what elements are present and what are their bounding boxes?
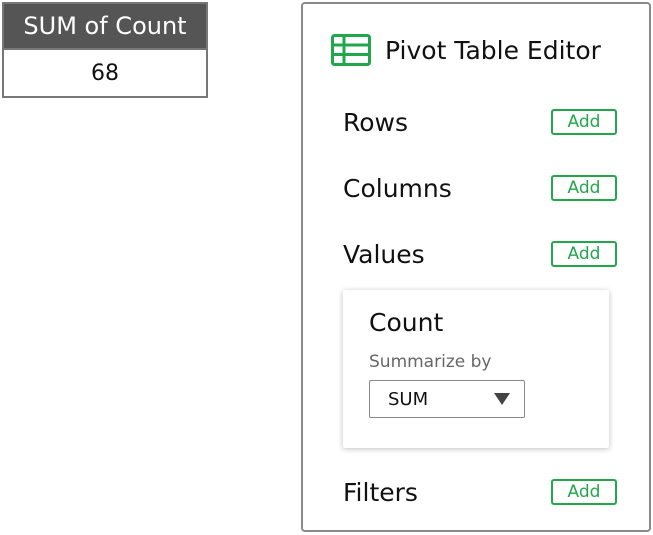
editor-title: Pivot Table Editor [385, 35, 601, 65]
values-label: Values [343, 239, 425, 269]
columns-section: Columns Add [343, 172, 617, 204]
summarize-by-label: Summarize by [369, 352, 492, 372]
filters-label: Filters [343, 477, 418, 507]
pivot-column-header[interactable]: SUM of Count [4, 4, 206, 50]
filters-section: Filters Add [343, 476, 617, 508]
summarize-by-dropdown[interactable]: SUM [369, 380, 525, 418]
spreadsheet-icon [331, 34, 371, 66]
columns-label: Columns [343, 173, 452, 203]
dropdown-arrow-icon [494, 393, 510, 405]
value-field-card: Count Summarize by SUM [343, 290, 609, 448]
editor-header: Pivot Table Editor [331, 34, 601, 66]
values-add-button[interactable]: Add [551, 241, 617, 267]
value-field-name: Count [369, 308, 444, 337]
rows-section: Rows Add [343, 106, 617, 138]
values-section: Values Add [343, 238, 617, 270]
pivot-result-table: SUM of Count 68 [2, 2, 208, 98]
filters-add-button[interactable]: Add [551, 479, 617, 505]
rows-add-button[interactable]: Add [551, 109, 617, 135]
columns-add-button[interactable]: Add [551, 175, 617, 201]
summarize-by-value: SUM [388, 388, 429, 410]
rows-label: Rows [343, 107, 409, 137]
pivot-value-cell[interactable]: 68 [4, 50, 206, 96]
pivot-table-editor-panel: Pivot Table Editor Rows Add Columns Add … [301, 2, 651, 532]
